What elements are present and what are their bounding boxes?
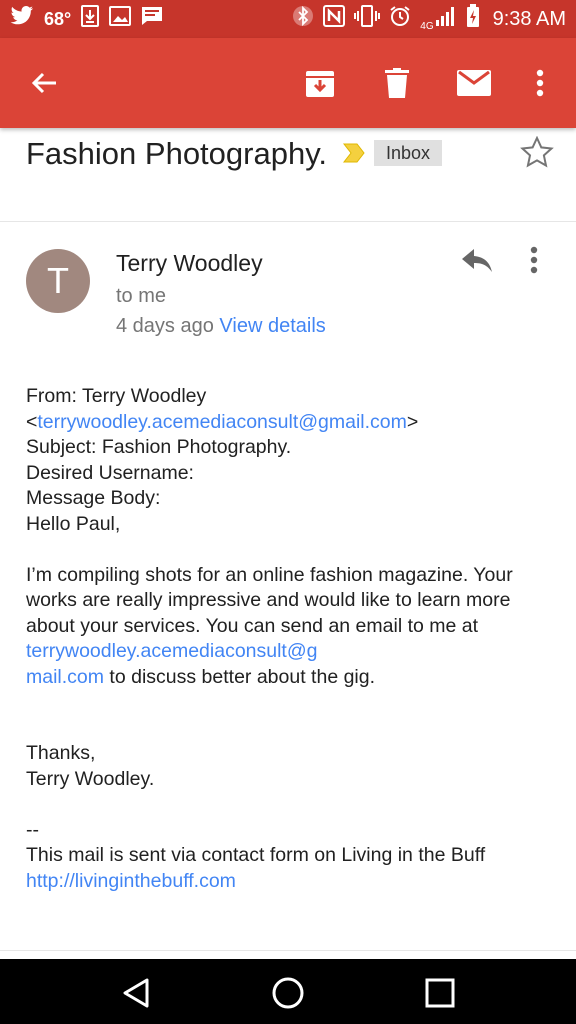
bracket-open: < — [26, 410, 38, 433]
desired-username-line: Desired Username: — [26, 461, 194, 484]
delete-icon[interactable] — [377, 63, 417, 103]
message-more-icon[interactable] — [530, 246, 538, 279]
footer-url-link[interactable]: http://livinginthebuff.com — [26, 870, 236, 892]
importance-marker-icon[interactable] — [342, 142, 366, 169]
inbox-label-chip[interactable]: Inbox — [374, 140, 443, 166]
arrow-back-icon[interactable] — [24, 63, 64, 103]
bracket-close: > — [406, 410, 419, 433]
back-nav-icon[interactable] — [114, 971, 158, 1015]
app-bar — [0, 38, 576, 128]
paragraph-email-link-part1[interactable]: terrywoodley.acemediaconsult@g — [26, 640, 318, 662]
download-icon — [81, 5, 100, 33]
sender-name: Terry Woodley — [116, 250, 263, 276]
status-left: 68° — [10, 5, 163, 33]
date-line: 4 days ago View details — [116, 315, 326, 338]
subject-row: Fashion Photography. Inbox — [0, 128, 576, 222]
temperature-text: 68° — [44, 8, 72, 29]
home-nav-icon[interactable] — [266, 971, 310, 1015]
network-type-text: 4G — [420, 21, 434, 32]
thanks-line: Thanks, — [26, 742, 96, 764]
view-details-link[interactable]: View details — [219, 315, 325, 337]
recipient-text: to me — [116, 285, 167, 307]
clock-text: 9:38 AM — [492, 7, 566, 30]
navigation-bar — [0, 959, 576, 1024]
status-bar: 68° 4G 9:38 AM — [0, 0, 576, 38]
from-email-line: <terrywoodley.acemediaconsult@gmail.com> — [26, 410, 556, 436]
reply-icon[interactable] — [460, 248, 494, 279]
paragraph-end-text: to discuss better about the gig. — [104, 665, 376, 688]
alarm-icon — [389, 5, 411, 33]
archive-icon[interactable] — [300, 63, 340, 103]
message-body-line: Message Body: — [26, 487, 161, 509]
footer-line: This mail is sent via contact form on Li… — [26, 844, 486, 866]
main-paragraph: I’m compiling shots for an online fashio… — [26, 563, 556, 691]
email-subject: Fashion Photography. — [26, 136, 328, 171]
mark-unread-icon[interactable] — [454, 63, 494, 103]
more-vert-icon[interactable] — [520, 63, 560, 103]
date-text: 4 days ago — [116, 315, 214, 337]
image-icon — [109, 6, 132, 32]
sender-block: T Terry Woodley to me 4 days ago View de… — [0, 222, 576, 362]
paragraph-text: I’m compiling shots for an online fashio… — [26, 563, 513, 637]
subject-line: Subject: Fashion Photography. — [26, 436, 292, 458]
twitter-icon — [10, 6, 34, 32]
from-line: From: Terry Woodley — [26, 385, 207, 407]
message-icon — [141, 6, 163, 32]
greeting-line: Hello Paul, — [26, 512, 121, 535]
bottom-divider — [0, 950, 576, 951]
vibrate-icon — [354, 5, 381, 33]
from-email-link[interactable]: terrywoodley.acemediaconsult@gmail.com — [37, 411, 407, 433]
avatar[interactable]: T — [26, 249, 90, 313]
battery-icon — [466, 4, 480, 34]
signal-group: 4G — [420, 6, 456, 32]
message-body: From: Terry Woodley <terrywoodley.acemed… — [26, 384, 556, 894]
signature-line: Terry Woodley. — [26, 767, 155, 790]
nfc-icon — [323, 5, 346, 33]
paragraph-email-link-part2[interactable]: mail.com — [26, 666, 104, 688]
signal-icon — [435, 6, 457, 32]
bluetooth-icon — [292, 5, 314, 33]
signature-separator: -- — [26, 818, 39, 841]
star-icon[interactable] — [520, 135, 554, 173]
status-right: 4G 9:38 AM — [292, 4, 566, 34]
recents-nav-icon[interactable] — [418, 971, 462, 1015]
